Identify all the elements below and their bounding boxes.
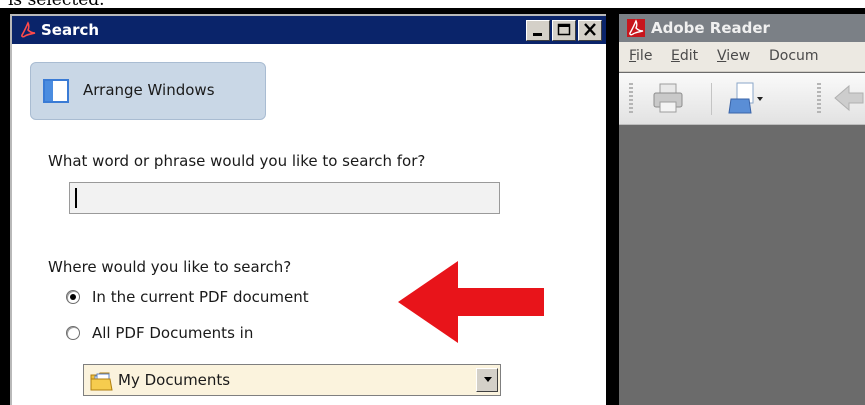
minimize-icon [533,33,542,36]
arrange-windows-icon [43,79,69,103]
back-icon[interactable] [831,81,865,115]
reader-menubar: File Edit View Docum [619,42,865,72]
radio-current-pdf-label: In the current PDF document [92,288,309,306]
radio-button-unchecked[interactable] [66,326,80,340]
reader-window: Adobe Reader File Edit View Docum [619,14,865,405]
reader-titlebar[interactable]: Adobe Reader [619,14,865,42]
toolbar-separator [711,83,712,115]
close-button[interactable] [578,20,602,41]
search-question-label: What word or phrase would you like to se… [48,152,426,170]
menu-view[interactable]: View [717,48,750,64]
reader-toolbar [619,73,865,125]
chevron-down-icon [484,377,492,382]
toolbar-grip-2[interactable] [817,83,821,115]
menu-edit[interactable]: Edit [671,48,698,64]
radio-button-checked[interactable] [66,290,80,304]
menu-file[interactable]: File [629,48,652,64]
maximize-icon [557,23,571,36]
minimize-button[interactable] [526,20,550,41]
acrobat-icon [21,21,36,38]
red-arrow-annotation [398,261,544,343]
toolbar-grip[interactable] [629,83,633,115]
folder-documents-icon [90,372,113,391]
radio-all-pdfs[interactable]: All PDF Documents in [66,324,326,344]
where-label: Where would you like to search? [48,258,292,276]
search-window: Search Arrange Windows What word or phra… [10,14,606,405]
text-caret [75,188,77,208]
caption-fragment: is selected. [8,0,105,10]
create-pdf-icon[interactable] [727,81,765,117]
dropdown-arrow-button[interactable] [476,368,498,392]
reader-window-title: Adobe Reader [651,19,770,37]
window-controls [526,20,602,41]
menu-document[interactable]: Docum [769,48,819,64]
arrange-windows-button[interactable]: Arrange Windows [30,62,266,120]
search-titlebar[interactable]: Search [12,16,606,44]
search-window-title: Search [41,21,100,39]
radio-current-pdf[interactable]: In the current PDF document [66,288,386,308]
close-icon [584,23,596,36]
location-dropdown-value: My Documents [118,371,231,389]
maximize-button[interactable] [552,20,576,41]
adobe-reader-icon [627,19,645,37]
arrange-windows-label: Arrange Windows [83,81,215,99]
location-dropdown[interactable]: My Documents [83,364,501,396]
radio-all-pdfs-label: All PDF Documents in [92,324,254,342]
search-input[interactable] [69,182,500,214]
reader-document-area[interactable] [619,126,865,405]
print-icon[interactable] [651,81,685,115]
